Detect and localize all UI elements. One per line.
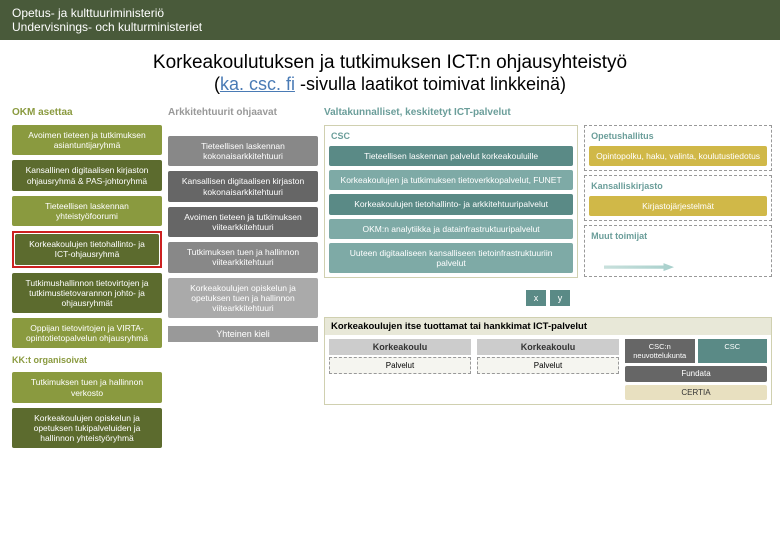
- korkeakoulu-2: Korkeakoulu Palvelut: [477, 339, 619, 400]
- box-csc-digi-infra[interactable]: Uuteen digitaaliseen kansalliseen tietoi…: [329, 243, 573, 273]
- other-actors: Opetushallitus Opintopolku, haku, valint…: [584, 125, 772, 278]
- kk-itse-group: Korkeakoulujen itse tuottamat tai hankki…: [324, 317, 772, 405]
- title-area: Korkeakoulutuksen ja tutkimuksen ICT:n o…: [0, 40, 780, 101]
- box-ict-ohjaus[interactable]: Korkeakoulujen tietohallinto- ja ICT-ohj…: [15, 234, 159, 264]
- box-tutkimustuki[interactable]: Tutkimuksen tuen ja hallinnon verkosto: [12, 372, 162, 402]
- box-yhteinen-kieli[interactable]: Yhteinen kieli: [168, 326, 318, 342]
- box-laskenta-foorumi[interactable]: Tieteellisen laskennan yhteistyöfoorumi: [12, 196, 162, 226]
- box-csc-tietohallinto[interactable]: Korkeakoulujen tietohallinto- ja arkkite…: [329, 194, 573, 214]
- ka-csc-link[interactable]: ka. csc. fi: [220, 74, 295, 94]
- box-opiskelu-arkki[interactable]: Korkeakoulujen opiskelun ja opetuksen tu…: [168, 278, 318, 319]
- csc-lbl[interactable]: CSC: [698, 339, 768, 363]
- column-arkkitehtuurit: Arkkitehtuurit ohjaavat Tieteellisen las…: [168, 105, 318, 448]
- box-tutkimushallinto[interactable]: Tutkimushallinnon tietovirtojen ja tutki…: [12, 273, 162, 314]
- highlighted-box: Korkeakoulujen tietohallinto- ja ICT-ohj…: [12, 231, 162, 267]
- muut-group: Muut toimijat: [584, 225, 772, 277]
- box-laskenta-arkki[interactable]: Tieteellisen laskennan kokonaisarkkiteht…: [168, 136, 318, 166]
- rb-head: Korkeakoulujen itse tuottamat tai hankki…: [325, 318, 771, 335]
- csc-head: CSC: [329, 130, 573, 142]
- opetushallitus-group: Opetushallitus Opintopolku, haku, valint…: [584, 125, 772, 171]
- col1-sect2: KK:t organisoivat: [12, 353, 162, 367]
- box-kirjastojarj[interactable]: Kirjastojärjestelmät: [589, 196, 767, 216]
- op-head: Opetushallitus: [589, 130, 767, 142]
- fundata[interactable]: Fundata: [625, 366, 767, 382]
- box-opintopolku[interactable]: Opintopolku, haku, valinta, koulutustied…: [589, 146, 767, 166]
- box-digikirjasto[interactable]: Kansallinen digitaalisen kirjaston ohjau…: [12, 160, 162, 190]
- box-csc-funet[interactable]: Korkeakoulujen ja tutkimuksen tietoverkk…: [329, 170, 573, 190]
- kor1-head[interactable]: Korkeakoulu: [329, 339, 471, 355]
- kansalliskirjasto-group: Kansalliskirjasto Kirjastojärjestelmät: [584, 175, 772, 221]
- kor2-pal: Palvelut: [477, 357, 619, 374]
- box-csc-analytiikka[interactable]: OKM:n analytiikka ja datainfrastruktuuri…: [329, 219, 573, 239]
- col3-head: Valtakunnalliset, keskitetyt ICT-palvelu…: [324, 105, 772, 120]
- box-oppija[interactable]: Oppijan tietovirtojen ja VIRTA-opintotie…: [12, 318, 162, 348]
- box-avoin-tiede[interactable]: Avoimen tieteen ja tutkimuksen asiantunt…: [12, 125, 162, 155]
- csc-side: CSC:n neuvottelukunta CSC Fundata CERTIA: [625, 339, 767, 400]
- csc-neu[interactable]: CSC:n neuvottelukunta: [625, 339, 695, 363]
- col1-head: OKM asettaa: [12, 105, 162, 120]
- box-tutkimus-arkki[interactable]: Tutkimuksen tuen ja hallinnon viitearkki…: [168, 242, 318, 272]
- kor2-head[interactable]: Korkeakoulu: [477, 339, 619, 355]
- national-services: CSC Tieteellisen laskennan palvelut kork…: [324, 125, 772, 278]
- box-csc-laskenta[interactable]: Tieteellisen laskennan palvelut korkeako…: [329, 146, 573, 166]
- diagram: OKM asettaa Avoimen tieteen ja tutkimuks…: [0, 101, 780, 452]
- certia[interactable]: CERTIA: [625, 385, 767, 401]
- box-avoin-arkki[interactable]: Avoimen tieteen ja tutkimuksen viitearkk…: [168, 207, 318, 237]
- korkeakoulu-1: Korkeakoulu Palvelut: [329, 339, 471, 400]
- x-box[interactable]: x: [526, 290, 546, 306]
- header-fi: Opetus- ja kulttuuriministeriö: [12, 6, 768, 20]
- y-box[interactable]: y: [550, 290, 570, 306]
- column-palvelut: Valtakunnalliset, keskitetyt ICT-palvelu…: [324, 105, 772, 448]
- xy-row: x y: [324, 290, 772, 306]
- kor1-pal: Palvelut: [329, 357, 471, 374]
- main-title: Korkeakoulutuksen ja tutkimuksen ICT:n o…: [24, 52, 756, 74]
- header-sv: Undervisnings- och kulturministeriet: [12, 20, 768, 34]
- csc-group: CSC Tieteellisen laskennan palvelut kork…: [324, 125, 578, 278]
- subtitle: (ka. csc. fi -sivulla laatikot toimivat …: [24, 74, 756, 95]
- column-okm: OKM asettaa Avoimen tieteen ja tutkimuks…: [12, 105, 162, 448]
- kk-head: Kansalliskirjasto: [589, 180, 767, 192]
- col2-head: Arkkitehtuurit ohjaavat: [168, 105, 318, 120]
- ministry-header: Opetus- ja kulttuuriministeriö Undervisn…: [0, 0, 780, 40]
- box-digikirjasto-arkki[interactable]: Kansallisen digitaalisen kirjaston kokon…: [168, 171, 318, 201]
- muut-head: Muut toimijat: [589, 230, 767, 242]
- box-opiskelu-tuki[interactable]: Korkeakoulujen opiskelun ja opetuksen tu…: [12, 408, 162, 449]
